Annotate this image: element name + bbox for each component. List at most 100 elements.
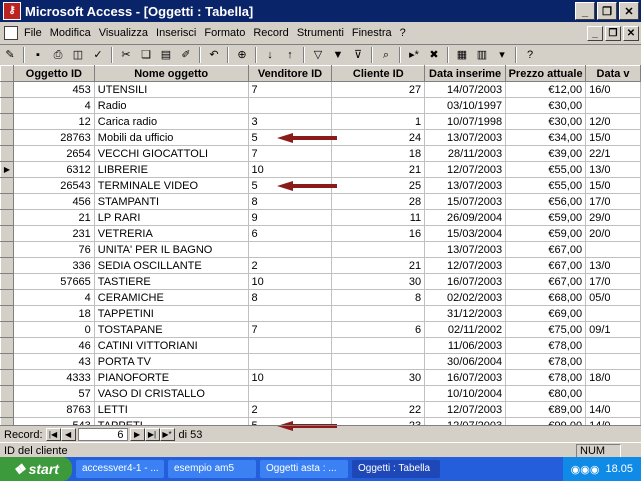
design-view-icon[interactable]: ✎ — [2, 47, 18, 63]
cell-data-v[interactable] — [585, 305, 641, 322]
cell-data-inserimento[interactable]: 12/07/2003 — [424, 401, 507, 418]
new-object-icon[interactable]: ▾ — [494, 47, 510, 63]
cell-data-inserimento[interactable]: 14/07/2003 — [424, 81, 507, 98]
cell-venditore-id[interactable]: 7 — [248, 321, 333, 338]
row-selector[interactable] — [0, 257, 14, 274]
cell-venditore-id[interactable]: 8 — [248, 193, 333, 210]
cell-cliente-id[interactable]: 28 — [331, 193, 426, 210]
cell-prezzo-attuale[interactable]: €67,00 — [505, 273, 587, 290]
cell-nome-oggetto[interactable]: CERAMICHE — [94, 289, 249, 306]
menu-record[interactable]: Record — [253, 27, 288, 39]
table-row[interactable]: 76 UNITA' PER IL BAGNO 13/07/2003 €67,00 — [0, 241, 641, 258]
first-record-button[interactable]: |◀ — [45, 428, 61, 441]
cell-data-inserimento[interactable]: 13/07/2003 — [424, 129, 507, 146]
cell-nome-oggetto[interactable]: Carica radio — [94, 113, 249, 130]
row-selector[interactable]: ▶ — [0, 161, 14, 178]
row-selector[interactable] — [0, 337, 14, 354]
cell-prezzo-attuale[interactable]: €69,00 — [505, 305, 587, 322]
cell-venditore-id[interactable] — [248, 241, 333, 258]
row-selector[interactable] — [0, 289, 14, 306]
prev-record-button[interactable]: ◀ — [60, 428, 76, 441]
table-row[interactable]: 8763 LETTI 2 22 12/07/2003 €89,00 14/0 — [0, 401, 641, 418]
row-selector[interactable] — [0, 113, 14, 130]
row-selector[interactable] — [0, 385, 14, 402]
cell-data-inserimento[interactable]: 16/07/2003 — [424, 273, 507, 290]
cell-cliente-id[interactable]: 16 — [331, 225, 426, 242]
menu-visualizza[interactable]: Visualizza — [99, 27, 148, 39]
record-number-input[interactable]: 6 — [77, 428, 128, 441]
cell-oggetto-id[interactable]: 0 — [13, 321, 95, 338]
print-icon[interactable]: ⎙ — [50, 47, 66, 63]
cell-data-v[interactable] — [585, 337, 641, 354]
cell-data-inserimento[interactable]: 11/06/2003 — [424, 337, 507, 354]
table-row[interactable]: 453 UTENSILI 7 27 14/07/2003 €12,00 16/0 — [0, 81, 641, 98]
cell-oggetto-id[interactable]: 57 — [13, 385, 95, 402]
cell-prezzo-attuale[interactable]: €68,00 — [505, 289, 587, 306]
cell-nome-oggetto[interactable]: UTENSILI — [94, 81, 249, 98]
table-row[interactable]: 21 LP RARI 9 11 26/09/2004 €59,00 29/0 — [0, 209, 641, 226]
cell-venditore-id[interactable]: 10 — [248, 161, 333, 178]
cell-data-v[interactable]: 12/0 — [585, 113, 641, 130]
cell-data-inserimento[interactable]: 15/03/2004 — [424, 225, 507, 242]
table-icon[interactable] — [4, 26, 18, 40]
cell-data-v[interactable]: 13/0 — [585, 161, 641, 178]
cell-data-inserimento[interactable]: 16/07/2003 — [424, 369, 507, 386]
cell-nome-oggetto[interactable]: PORTA TV — [94, 353, 249, 370]
cell-oggetto-id[interactable]: 18 — [13, 305, 95, 322]
row-selector[interactable] — [0, 193, 14, 210]
cell-oggetto-id[interactable]: 453 — [13, 81, 95, 98]
cell-venditore-id[interactable] — [248, 385, 333, 402]
cell-prezzo-attuale[interactable]: €59,00 — [505, 225, 587, 242]
database-window-icon[interactable]: ▥ — [474, 47, 490, 63]
apply-filter-icon[interactable]: ⊽ — [350, 47, 366, 63]
cell-nome-oggetto[interactable]: SEDIA OSCILLANTE — [94, 257, 249, 274]
help-icon[interactable]: ? — [522, 47, 538, 63]
cell-prezzo-attuale[interactable]: €78,00 — [505, 353, 587, 370]
cell-data-v[interactable]: 13/0 — [585, 257, 641, 274]
cell-cliente-id[interactable] — [331, 337, 426, 354]
copy-icon[interactable]: ❏ — [138, 47, 154, 63]
col-header-data-inserimento[interactable]: Data inserime — [424, 65, 507, 82]
taskbar-task-oggetti-tabella[interactable]: Oggetti : Tabella — [352, 460, 440, 478]
table-row[interactable]: 4333 PIANOFORTE 10 30 16/07/2003 €78,00 18/0 — [0, 369, 641, 386]
doc-minimize-button[interactable]: _ — [587, 25, 603, 41]
row-selector[interactable] — [0, 305, 14, 322]
table-row[interactable]: 18 TAPPETINI 31/12/2003 €69,00 — [0, 305, 641, 322]
cell-data-inserimento[interactable]: 12/07/2003 — [424, 417, 507, 425]
format-painter-icon[interactable]: ✐ — [178, 47, 194, 63]
cell-nome-oggetto[interactable]: Mobili da ufficio — [94, 129, 249, 146]
cell-venditore-id[interactable] — [248, 337, 333, 354]
cut-icon[interactable]: ✂ — [118, 47, 134, 63]
cell-data-v[interactable]: 17/0 — [585, 193, 641, 210]
cell-prezzo-attuale[interactable]: €30,00 — [505, 113, 587, 130]
cell-data-v[interactable]: 29/0 — [585, 209, 641, 226]
cell-data-v[interactable]: 14/0 — [585, 401, 641, 418]
cell-oggetto-id[interactable]: 6312 — [13, 161, 95, 178]
cell-cliente-id[interactable]: 23 — [331, 417, 426, 425]
next-record-button[interactable]: ▶ — [129, 428, 145, 441]
cell-oggetto-id[interactable]: 26543 — [13, 177, 95, 194]
cell-data-v[interactable]: 22/1 — [585, 145, 641, 162]
cell-cliente-id[interactable]: 22 — [331, 401, 426, 418]
properties-icon[interactable]: ▦ — [454, 47, 470, 63]
cell-oggetto-id[interactable]: 456 — [13, 193, 95, 210]
cell-venditore-id[interactable]: 7 — [248, 81, 333, 98]
cell-prezzo-attuale[interactable]: €99,00 — [505, 417, 587, 425]
cell-cliente-id[interactable]: 27 — [331, 81, 426, 98]
col-header-nome-oggetto[interactable]: Nome oggetto — [93, 65, 249, 82]
cell-cliente-id[interactable] — [331, 305, 426, 322]
cell-prezzo-attuale[interactable]: €78,00 — [505, 337, 587, 354]
cell-oggetto-id[interactable]: 76 — [13, 241, 95, 258]
cell-cliente-id[interactable]: 6 — [331, 321, 426, 338]
cell-data-inserimento[interactable]: 10/07/1998 — [424, 113, 507, 130]
undo-icon[interactable]: ↶ — [206, 47, 222, 63]
row-selector[interactable] — [0, 353, 14, 370]
cell-cliente-id[interactable]: 11 — [331, 209, 426, 226]
cell-nome-oggetto[interactable]: TAPPETINI — [94, 305, 249, 322]
cell-data-inserimento[interactable]: 15/07/2003 — [424, 193, 507, 210]
table-row[interactable]: 4 Radio 03/10/1997 €30,00 — [0, 97, 641, 114]
cell-prezzo-attuale[interactable]: €75,00 — [505, 321, 587, 338]
filter-selection-icon[interactable]: ▽ — [310, 47, 326, 63]
cell-oggetto-id[interactable]: 57665 — [13, 273, 95, 290]
cell-nome-oggetto[interactable]: TERMINALE VIDEO — [94, 177, 249, 194]
